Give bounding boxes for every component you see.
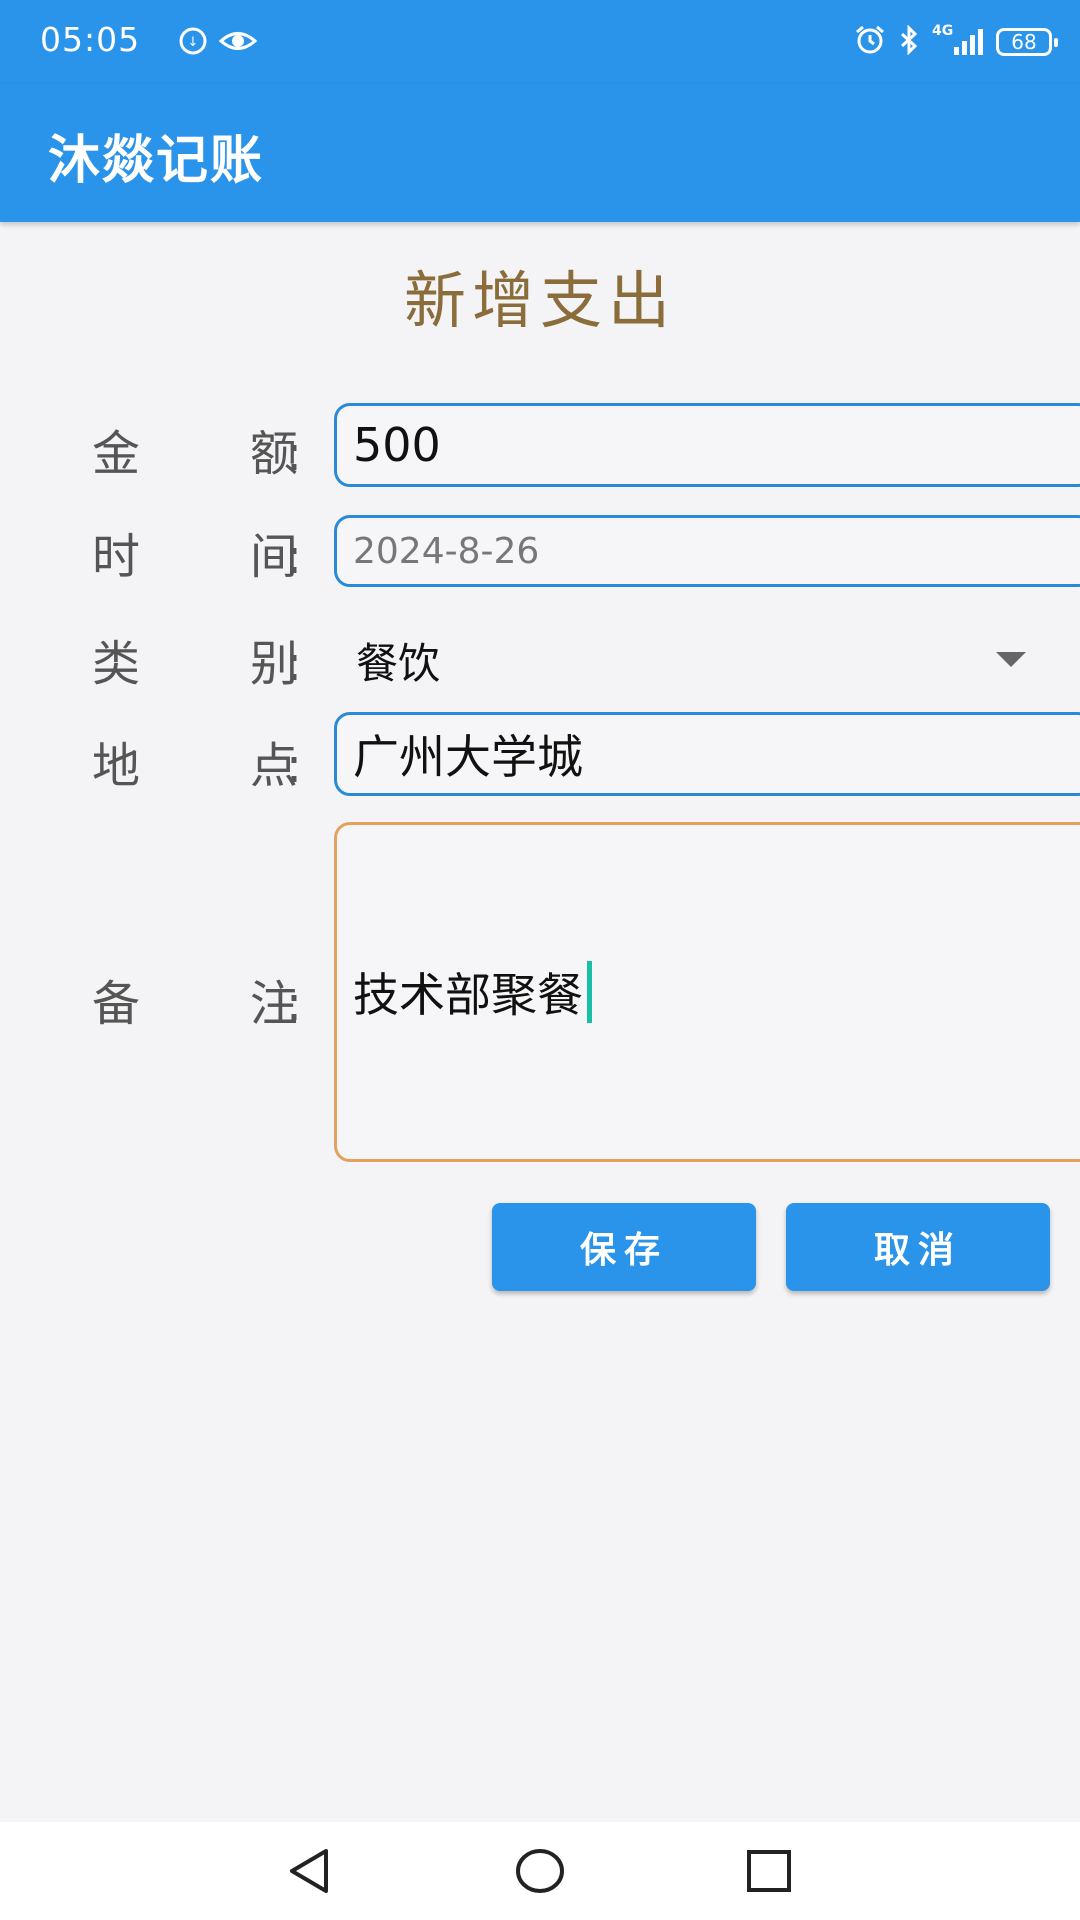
- alarm-icon: [854, 24, 886, 60]
- category-dropdown[interactable]: [334, 612, 1080, 702]
- category-label-colon: :: [285, 636, 302, 692]
- date-value: 2024-8-26: [353, 530, 540, 572]
- cancel-button[interactable]: 取消: [786, 1203, 1050, 1291]
- eye-icon: [218, 26, 258, 60]
- app-title: 沐燚记账: [48, 131, 265, 191]
- battery-icon: 68: [996, 28, 1058, 56]
- home-icon[interactable]: [514, 1846, 566, 1900]
- note-label-colon: :: [285, 976, 302, 1032]
- amount-label: 金 额:: [92, 414, 302, 484]
- note-value: 技术部聚餐: [353, 968, 583, 1022]
- amount-input[interactable]: 500: [334, 403, 1080, 487]
- save-button[interactable]: 保存: [492, 1203, 756, 1291]
- app-bar: 沐燚记账: [0, 84, 1080, 222]
- status-bar: 05:05 ↓ 4G 68: [0, 0, 1080, 84]
- category-value: 餐饮: [356, 639, 441, 688]
- page-title: 新增支出: [403, 264, 676, 337]
- svg-text:↓: ↓: [188, 35, 199, 50]
- status-time: 05:05: [40, 20, 141, 59]
- category-label-char1: 类: [92, 636, 141, 692]
- date-label: 时 间:: [92, 517, 302, 587]
- back-icon[interactable]: [284, 1846, 334, 1900]
- system-nav-bar: [0, 1822, 1080, 1920]
- location-label-colon: :: [285, 738, 302, 794]
- date-input[interactable]: 2024-8-26: [334, 515, 1080, 587]
- location-label: 地 点:: [92, 726, 302, 796]
- bluetooth-icon: [898, 24, 920, 59]
- amount-label-colon: :: [285, 426, 302, 482]
- text-cursor: [587, 961, 592, 1023]
- note-label: 备 注:: [92, 964, 302, 1034]
- recents-icon[interactable]: [744, 1846, 794, 1900]
- category-label: 类 别:: [92, 624, 302, 694]
- signal-icon: 4G: [932, 23, 984, 57]
- amount-value: 500: [353, 418, 441, 472]
- location-input[interactable]: 广州大学城: [334, 712, 1080, 796]
- note-textarea[interactable]: 技术部聚餐: [334, 822, 1080, 1162]
- status-left-icons: ↓: [178, 26, 258, 60]
- amount-label-char1: 金: [92, 426, 141, 482]
- location-value: 广州大学城: [353, 730, 583, 784]
- date-label-colon: :: [285, 529, 302, 585]
- data-saver-icon: ↓: [178, 26, 208, 60]
- note-label-char1: 备: [92, 976, 141, 1032]
- status-right-icons: 4G 68: [854, 23, 1058, 60]
- chevron-down-icon[interactable]: [996, 652, 1026, 667]
- location-label-char1: 地: [92, 738, 141, 794]
- date-label-char1: 时: [92, 529, 141, 585]
